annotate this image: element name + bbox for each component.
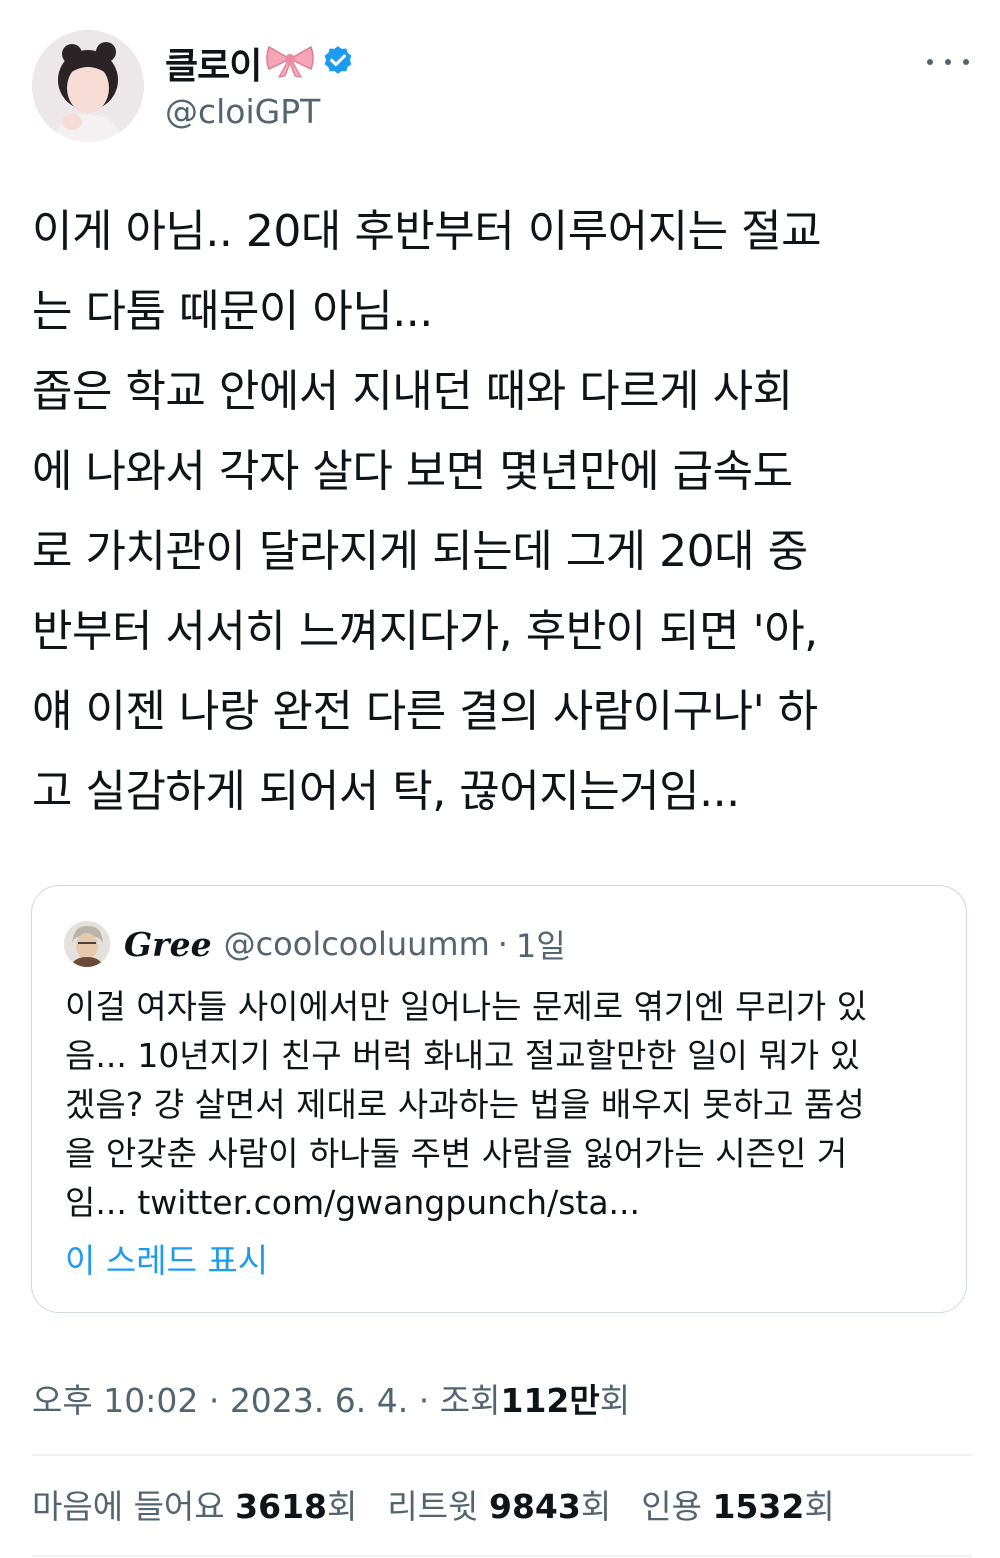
quoted-separator: · — [497, 925, 508, 963]
show-thread-link[interactable]: 이 스레드 표시 — [65, 1234, 268, 1282]
retweets-label: 리트윗 — [387, 1487, 479, 1526]
views-value: 112만 — [500, 1381, 600, 1420]
display-name-row[interactable]: 클로이 — [165, 38, 355, 88]
display-name: 클로이 — [165, 46, 262, 87]
author-avatar[interactable] — [32, 30, 144, 142]
quoted-tweet-text: 이걸 여자들 사이에서만 일어나는 문제로 엮기엔 무리가 있 음... 10년… — [65, 987, 868, 1222]
verified-badge-icon — [321, 44, 355, 82]
tweet-header: 클로이 @cloiGPT — [32, 30, 972, 148]
quotes-stat[interactable]: 인용 1532회 — [641, 1480, 834, 1528]
more-options-icon[interactable] — [924, 50, 972, 74]
engagement-stats: 마음에 들어요 3618회 리트윗 9843회 인용 1532회 — [32, 1480, 865, 1528]
views-suffix: 회 — [599, 1381, 631, 1420]
tweet-metadata: 오후 10:02 · 2023. 6. 4. · 조회112만회 — [32, 1374, 630, 1422]
quotes-label: 인용 — [641, 1487, 702, 1526]
meta-separator: · — [208, 1381, 220, 1420]
meta-separator: · — [418, 1381, 430, 1420]
likes-suffix: 회 — [327, 1487, 358, 1526]
quoted-handle: @coolcooluumm — [223, 925, 490, 963]
divider — [32, 1555, 972, 1557]
quoted-display-name: Gree — [124, 924, 212, 964]
likes-stat[interactable]: 마음에 들어요 3618회 — [32, 1480, 357, 1528]
divider — [32, 1454, 972, 1456]
quoted-tweet-header: Gree @coolcooluumm · 1일 — [64, 916, 566, 972]
retweets-stat[interactable]: 리트윗 9843회 — [387, 1480, 611, 1528]
views-label: 조회 — [439, 1381, 501, 1420]
author-handle[interactable]: @cloiGPT — [165, 92, 355, 131]
quoted-tweet[interactable]: Gree @coolcooluumm · 1일 이걸 여자들 사이에서만 일어나… — [31, 885, 967, 1313]
quotes-count: 1532 — [712, 1487, 805, 1526]
tweet-text: 이게 아님.. 20대 후반부터 이루어지는 절교 는 다툼 때문이 아님...… — [32, 206, 822, 817]
tweet-date[interactable]: 2023. 6. 4. — [230, 1381, 408, 1420]
likes-label: 마음에 들어요 — [32, 1487, 225, 1526]
likes-count: 3618 — [235, 1487, 328, 1526]
retweets-count: 9843 — [488, 1487, 581, 1526]
tweet-time[interactable]: 오후 10:02 — [32, 1381, 198, 1420]
quoted-author-avatar[interactable] — [64, 921, 110, 967]
quotes-suffix: 회 — [804, 1487, 835, 1526]
retweets-suffix: 회 — [580, 1487, 612, 1526]
quoted-time: 1일 — [515, 927, 566, 965]
ribbon-icon — [265, 43, 315, 83]
